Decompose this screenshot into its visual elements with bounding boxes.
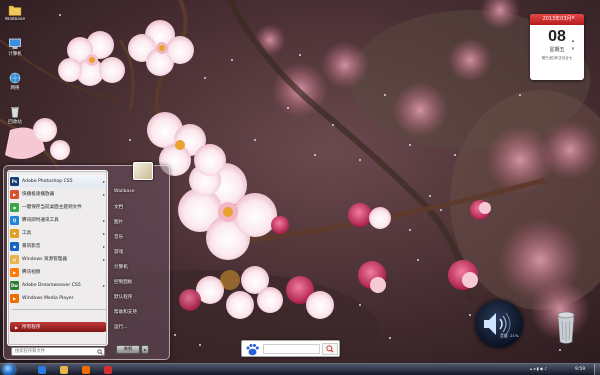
search-placeholder: 搜索程序和文件 [15, 349, 46, 354]
places-item-computer[interactable]: 计算机 [114, 264, 128, 270]
program-item-photoshop[interactable]: Ps Adobe Photoshop CS5 ▸ [10, 175, 106, 187]
taskbar-ie-icon[interactable] [38, 366, 46, 374]
program-item-tencent-video[interactable]: ▶ 腾讯视频 [10, 266, 106, 278]
taskbar-browser-icon[interactable] [104, 366, 112, 374]
search-icon [97, 349, 103, 355]
program-label: Adobe Photoshop CS5 [22, 178, 73, 184]
places-item-music[interactable]: 音乐 [114, 234, 123, 240]
show-desktop-button[interactable] [594, 364, 600, 375]
places-item-documents[interactable]: 文档 [114, 204, 123, 210]
chevron-down-icon[interactable]: ▾ [570, 46, 576, 52]
program-item-explorer[interactable]: ▤ Windows 资源管理器 ▸ [10, 253, 106, 265]
desktop-icon-label: 计算机 [8, 52, 22, 57]
places-item-user[interactable]: Wallbase [114, 189, 135, 194]
computer-icon [9, 38, 21, 49]
submenu-arrow-icon: ▸ [102, 243, 105, 249]
submenu-arrow-icon: ▸ [102, 178, 105, 184]
submenu-arrow-icon: ▸ [102, 282, 105, 288]
taskbar-explorer-icon[interactable] [60, 366, 68, 374]
submenu-arrow-icon: ▸ [102, 256, 105, 262]
program-label: 快播极速播放器 [22, 192, 55, 197]
program-item-qvod-player[interactable]: ▶ 快播极速播放器 ▸ [10, 188, 106, 200]
theme-save-icon: ◉ [10, 202, 19, 212]
explorer-icon: ▤ [10, 254, 19, 264]
program-label: 腾讯即时通讯工具 [22, 218, 59, 223]
all-programs-button[interactable]: ▶ 所有程序 [10, 322, 106, 332]
program-item-theme-save[interactable]: ◉ 一键保存当前桌面主题到文件 [10, 201, 106, 213]
baidu-search-input[interactable] [263, 344, 320, 354]
taskbar: ▴ ◂ ▮ ◆ ♪ 9:59 [0, 363, 600, 375]
speaker-icon [484, 312, 511, 336]
recycle-bin-gadget-icon[interactable] [556, 311, 576, 345]
volume-widget[interactable] [475, 300, 523, 348]
program-item-tools[interactable]: ✚ 工具 ▸ [10, 227, 106, 239]
places-item-control-panel[interactable]: 控制面板 [114, 279, 132, 285]
start-menu: Ps Adobe Photoshop CS5 ▸ ▶ 快播极速播放器 ▸ ◉ 一… [3, 162, 170, 360]
submenu-arrow-icon: ▸ [102, 217, 105, 223]
tools-icon: ✚ [10, 228, 19, 238]
desktop-icon-recycle-bin[interactable]: 回收站 [3, 106, 27, 125]
submenu-arrow-icon: ▸ [102, 191, 105, 197]
desktop-icon-label: 网络 [10, 86, 20, 91]
places-item-default-programs[interactable]: 默认程序 [114, 294, 132, 300]
media-player-icon: ▶ [10, 293, 19, 303]
baidu-search-widget [241, 340, 340, 357]
tencent-video-icon: ▶ [10, 267, 19, 277]
divider [12, 309, 106, 310]
desktop-icon-wallbase[interactable]: Wallbase [3, 4, 27, 22]
folder-icon [8, 5, 22, 16]
dreamweaver-icon: Dw [10, 280, 19, 290]
shutdown-button[interactable]: 关机 [116, 345, 140, 354]
chevron-up-icon[interactable]: ▴ [570, 38, 576, 44]
network-icon [9, 72, 21, 84]
shutdown-options-button[interactable]: ▸ [141, 345, 149, 354]
program-label: Windows 资源管理器 [22, 257, 67, 262]
volume-level-label: 音量: 21% [500, 333, 519, 338]
baofeng-icon: ◆ [10, 241, 19, 251]
program-label: Windows Media Player [22, 295, 74, 301]
program-label: 工具 [22, 231, 32, 236]
program-label: 腾讯视频 [22, 270, 41, 275]
program-item-qq[interactable]: Q 腾讯即时通讯工具 ▸ [10, 214, 106, 226]
program-label: Adobe Dreamweaver CS5 [22, 282, 81, 288]
program-item-baofeng[interactable]: ◆ 暴风影音 ▸ [10, 240, 106, 252]
desktop: Wallbase 计算机 网络 回收站 2013年03月 08 星期五 癸巳(蛇… [0, 0, 600, 375]
program-item-media-player[interactable]: ▶ Windows Media Player [10, 292, 106, 304]
all-programs-label: 所有程序 [22, 325, 41, 330]
start-menu-places-pane: Wallbase 文档 图片 音乐 游戏 计算机 控制面板 默认程序 帮助和支持… [110, 162, 168, 354]
places-item-run[interactable]: 运行... [114, 324, 128, 330]
system-tray[interactable]: ▴ ◂ ▮ ◆ ♪ [530, 366, 547, 371]
taskbar-clock[interactable]: 9:59 [575, 367, 585, 372]
calendar-lunar-date: 癸巳(蛇)年正月廿七 [541, 56, 573, 60]
program-label: 一键保存当前桌面主题到文件 [22, 205, 82, 210]
desktop-icon-label: Wallbase [4, 17, 26, 22]
start-button[interactable] [3, 364, 15, 375]
places-item-pictures[interactable]: 图片 [114, 219, 123, 225]
places-item-games[interactable]: 游戏 [114, 249, 123, 255]
desktop-icon-label: 回收站 [8, 120, 22, 125]
program-item-dreamweaver[interactable]: Dw Adobe Dreamweaver CS5 ▸ [10, 279, 106, 291]
taskbar-media-player-icon[interactable] [82, 366, 90, 374]
baidu-paw-icon [246, 344, 259, 356]
close-icon[interactable]: × [570, 15, 576, 21]
desktop-icon-network[interactable]: 网络 [3, 72, 27, 91]
program-label: 暴风影音 [22, 244, 41, 249]
qq-icon: Q [10, 215, 19, 225]
recycle-bin-icon [11, 107, 19, 118]
qvod-player-icon: ▶ [10, 189, 19, 199]
photoshop-icon: Ps [10, 176, 19, 186]
places-item-help[interactable]: 帮助和支持 [114, 309, 137, 315]
search-button[interactable] [322, 343, 338, 355]
start-search-input[interactable]: 搜索程序和文件 [11, 347, 105, 356]
chevron-right-icon: ▶ [15, 324, 19, 330]
user-avatar[interactable] [133, 162, 153, 180]
desktop-icon-computer[interactable]: 计算机 [3, 38, 27, 57]
submenu-arrow-icon: ▸ [102, 230, 105, 236]
start-menu-programs-pane: Ps Adobe Photoshop CS5 ▸ ▶ 快播极速播放器 ▸ ◉ 一… [7, 170, 108, 346]
